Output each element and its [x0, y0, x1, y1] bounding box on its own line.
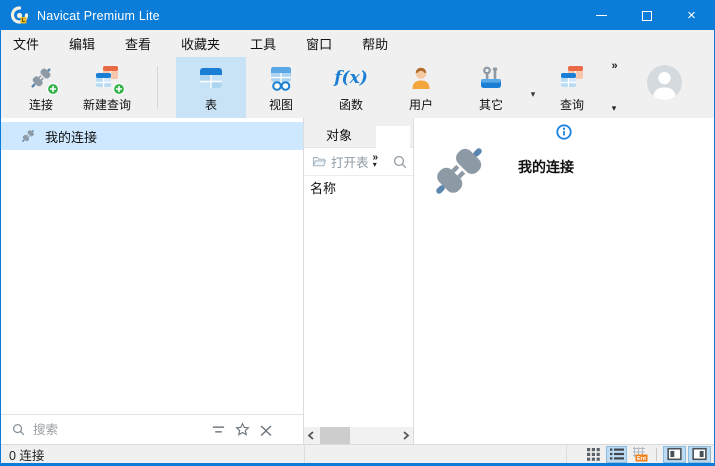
open-table-button[interactable]: 打开表 [331, 152, 369, 171]
close-button[interactable]: × [669, 1, 714, 30]
new-query-button[interactable]: 新建查询 [71, 57, 143, 118]
connection-tree-panel: 我的连接 [1, 118, 304, 444]
main-toolbar: 连接 新建查询 [1, 57, 714, 118]
left-pane-toggle-button[interactable] [663, 446, 686, 463]
status-bar: 0 连接 [1, 444, 714, 463]
scrollbar-track[interactable] [318, 427, 399, 444]
view-toggle-group: Ent [583, 445, 711, 463]
menu-bar: 文件 编辑 查看 收藏夹 工具 窗口 帮助 [1, 30, 714, 57]
search-input[interactable] [33, 423, 203, 437]
minimize-icon [596, 15, 607, 16]
erd-view-button[interactable]: Ent [629, 446, 650, 463]
view-button[interactable]: 视图 [246, 57, 316, 118]
connection-name-label: 我的连接 [518, 157, 574, 177]
objects-search-icon[interactable] [391, 153, 409, 171]
right-pane-toggle-button[interactable] [688, 446, 711, 463]
scroll-left-icon[interactable] [304, 427, 318, 444]
table-label: 表 [205, 96, 217, 113]
toolbox-icon [476, 63, 506, 93]
menu-view[interactable]: 查看 [110, 30, 166, 57]
erd-badge-label: Ent [636, 456, 645, 462]
query-button[interactable]: 查询 [540, 57, 604, 118]
horizontal-scrollbar[interactable] [304, 427, 413, 444]
statusbar-divider [304, 445, 305, 463]
tab-bar-blank [376, 126, 410, 148]
name-column-label: 名称 [310, 178, 336, 197]
menu-file[interactable]: 文件 [1, 30, 54, 57]
table-icon [196, 63, 226, 93]
statusbar-divider [566, 445, 567, 463]
objects-tab-bar: 对象 [304, 118, 413, 148]
connection-summary[interactable]: 我的连接 [428, 140, 574, 207]
toolbar-overflow: » ▾ [604, 57, 624, 118]
other-button[interactable]: 其它 [456, 57, 526, 118]
tree-search-bar [1, 414, 303, 444]
connection-plug-icon [26, 63, 56, 93]
connection-plug-icon [19, 127, 37, 145]
scroll-right-icon[interactable] [399, 427, 413, 444]
menu-favorites[interactable]: 收藏夹 [166, 30, 235, 57]
objects-toolbar-overflow[interactable]: » ▾ [373, 154, 378, 168]
window-title: Navicat Premium Lite [37, 9, 160, 23]
search-options-icon[interactable] [209, 421, 227, 439]
menu-window[interactable]: 窗口 [291, 30, 347, 57]
connection-plug-icon [428, 140, 490, 207]
user-avatar[interactable] [647, 65, 682, 100]
view-icon [266, 63, 296, 93]
query-dropdown-icon[interactable]: ▾ [612, 103, 617, 114]
tree-item-label: 我的连接 [45, 127, 97, 146]
info-icon[interactable] [556, 124, 572, 140]
function-label: 函数 [339, 96, 363, 113]
detail-panel: 我的连接 [414, 118, 714, 444]
add-badge-icon [113, 83, 125, 95]
user-icon [406, 63, 436, 93]
new-query-icon [92, 63, 122, 93]
dropdown-icon: ▾ [373, 162, 377, 168]
connections-count: 0 连接 [1, 445, 44, 464]
connect-label: 连接 [29, 96, 53, 113]
query-label: 查询 [560, 96, 584, 113]
navicat-logo-icon: L [10, 6, 29, 25]
open-folder-icon [310, 153, 328, 171]
list-view-button[interactable] [606, 446, 627, 463]
grid-view-button[interactable] [583, 446, 604, 463]
objects-toolbar: 打开表 » ▾ [304, 148, 413, 175]
statusbar-icon-separator [656, 448, 657, 461]
app-window: L Navicat Premium Lite × 文件 编辑 查看 收藏夹 工具… [0, 0, 715, 466]
overflow-chevrons-icon[interactable]: » [611, 60, 616, 72]
menu-edit[interactable]: 编辑 [54, 30, 110, 57]
connect-button[interactable]: 连接 [11, 57, 71, 118]
query-icon [557, 63, 587, 93]
minimize-button[interactable] [579, 1, 624, 30]
other-dropdown-icon[interactable]: ▾ [526, 75, 540, 100]
collapse-all-icon[interactable] [257, 421, 275, 439]
name-column-header[interactable]: 名称 [304, 175, 413, 199]
function-fx-icon: f(x) [336, 63, 366, 93]
scrollbar-thumb[interactable] [320, 427, 350, 444]
title-bar: L Navicat Premium Lite × [1, 1, 714, 30]
menu-tools[interactable]: 工具 [235, 30, 291, 57]
other-label: 其它 [479, 96, 503, 113]
new-query-label: 新建查询 [83, 96, 131, 113]
tree-item-my-connection[interactable]: 我的连接 [1, 122, 303, 150]
maximize-icon [642, 11, 652, 21]
close-icon: × [687, 8, 696, 23]
favorites-star-icon[interactable] [233, 421, 251, 439]
main-area: 我的连接 对象 [1, 118, 714, 444]
view-label: 视图 [269, 96, 293, 113]
search-icon [9, 421, 27, 439]
add-badge-icon [47, 83, 59, 95]
user-label: 用户 [409, 96, 433, 113]
maximize-button[interactable] [624, 1, 669, 30]
menu-help[interactable]: 帮助 [347, 30, 403, 57]
toolbar-separator [157, 66, 158, 109]
user-button[interactable]: 用户 [386, 57, 456, 118]
table-button[interactable]: 表 [176, 57, 246, 118]
objects-panel: 对象 打开表 » ▾ 名称 [304, 118, 414, 444]
tab-objects[interactable]: 对象 [326, 125, 352, 144]
function-button[interactable]: f(x) 函数 [316, 57, 386, 118]
window-controls: × [579, 1, 714, 30]
